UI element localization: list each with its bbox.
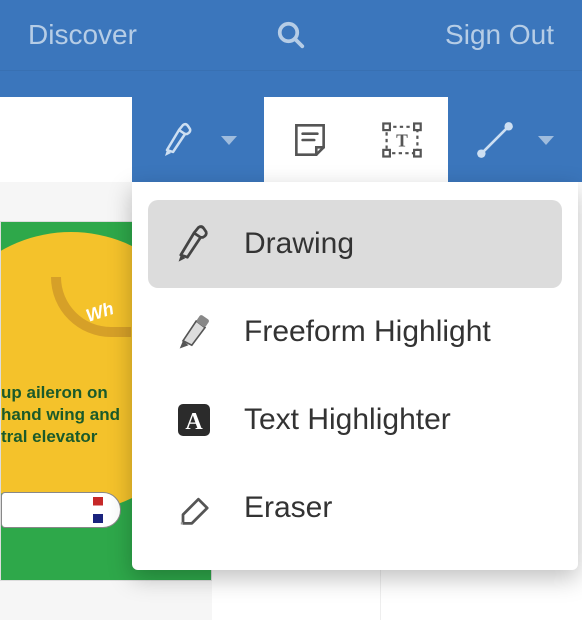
caption-line: hand wing and	[1, 404, 120, 426]
svg-text:A: A	[185, 409, 203, 435]
preview-plane-stripe	[93, 497, 103, 523]
pen-icon	[159, 120, 199, 160]
top-nav: Discover Sign Out	[0, 0, 582, 70]
search-icon[interactable]	[276, 20, 306, 50]
pen-tool-group	[132, 97, 264, 183]
dropdown-item-drawing[interactable]: Drawing	[148, 200, 562, 288]
dropdown-item-text-highlighter[interactable]: A Text Highlighter	[148, 376, 562, 464]
dropdown-item-freeform-highlight[interactable]: Freeform Highlight	[148, 288, 562, 376]
preview-caption: up aileron on hand wing and tral elevato…	[1, 382, 120, 448]
dropdown-label: Drawing	[244, 227, 354, 261]
caption-line: tral elevator	[1, 426, 120, 448]
dropdown-item-eraser[interactable]: Eraser	[148, 464, 562, 552]
dropdown-label: Eraser	[244, 491, 332, 525]
text-a-icon: A	[172, 400, 216, 440]
toolbar: T	[0, 70, 582, 182]
dropdown-label: Freeform Highlight	[244, 315, 491, 349]
pen-tool[interactable]	[132, 97, 264, 183]
discover-link[interactable]: Discover	[28, 19, 137, 51]
highlighter-icon	[172, 310, 216, 354]
chevron-down-icon	[221, 136, 237, 145]
drawing-tools-dropdown: Drawing Freeform Highlight A Text Highli…	[132, 182, 578, 570]
caption-line: up aileron on	[1, 382, 120, 404]
content-area: Wh up aileron on hand wing and tral elev…	[0, 182, 582, 620]
note-tool[interactable]	[264, 97, 356, 183]
pen-icon	[172, 222, 216, 266]
dropdown-label: Text Highlighter	[244, 403, 451, 437]
svg-text:T: T	[396, 131, 408, 151]
signout-link[interactable]: Sign Out	[445, 19, 554, 51]
line-tool[interactable]	[448, 97, 580, 183]
textbox-icon: T	[380, 118, 424, 162]
note-icon	[289, 119, 331, 161]
chevron-down-icon	[538, 136, 554, 145]
preview-plane	[1, 492, 121, 528]
eraser-icon	[172, 486, 216, 530]
toolbar-spacer	[0, 97, 132, 182]
textbox-tool[interactable]: T	[356, 97, 448, 183]
active-tool-group: T	[264, 97, 448, 183]
line-tool-group	[448, 97, 580, 183]
line-icon	[474, 119, 516, 161]
